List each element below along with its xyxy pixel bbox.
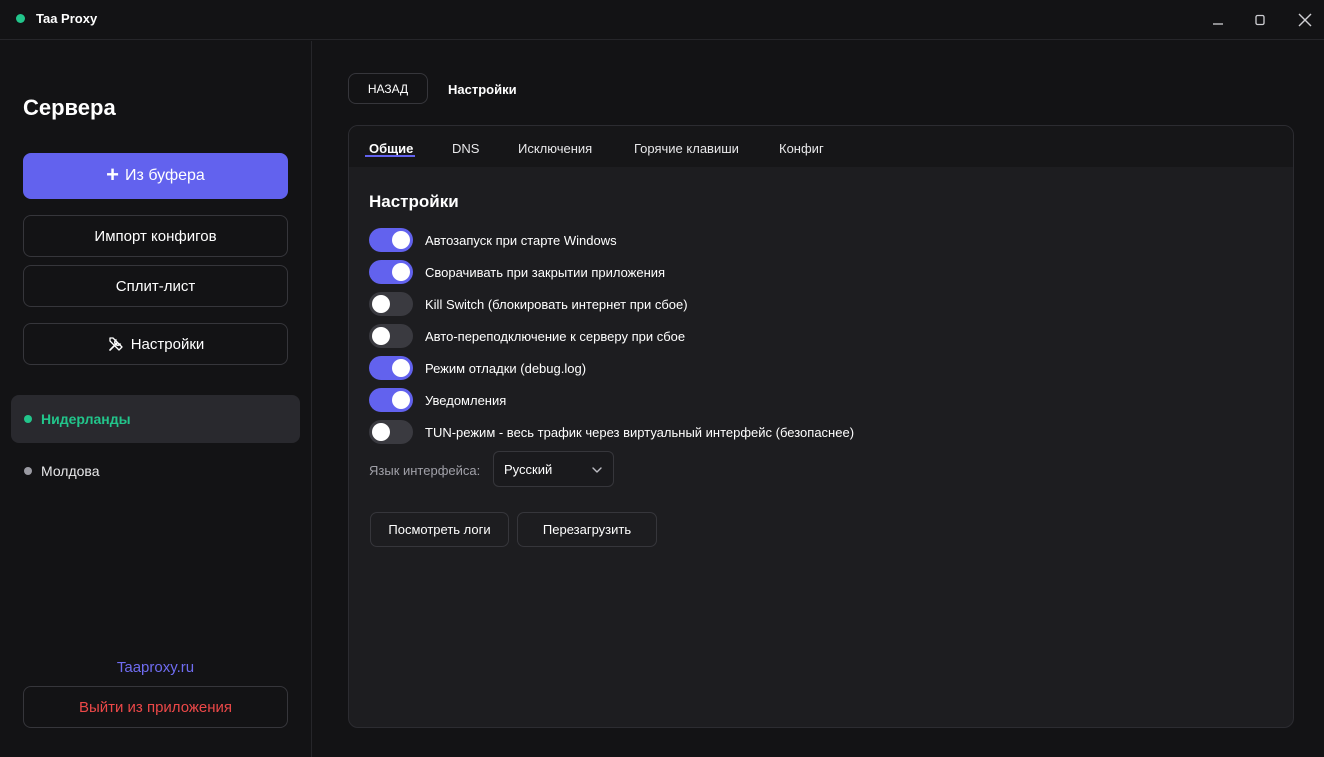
site-link[interactable]: Taaproxy.ru (23, 659, 288, 676)
from-clipboard-label: Из буфера (125, 167, 205, 184)
server-status-dot (24, 467, 32, 475)
chevron-down-icon (592, 467, 602, 473)
setting-label: Режим отладки (debug.log) (425, 360, 587, 376)
setting-auto-reconnect: Авто-переподключение к серверу при сбое (369, 324, 685, 348)
toggle-knob (392, 231, 410, 249)
exit-app-button[interactable]: Выйти из приложения (23, 686, 288, 728)
server-item-netherlands[interactable]: Нидерланды (11, 395, 300, 443)
setting-autostart: Автозапуск при старте Windows (369, 228, 617, 252)
toggle-knob (392, 359, 410, 377)
tab-config[interactable]: Конфиг (779, 141, 824, 156)
tab-hotkeys[interactable]: Горячие клавиши (634, 141, 739, 156)
setting-label: Авто-переподключение к серверу при сбое (425, 328, 686, 344)
kill-switch-toggle[interactable] (369, 292, 413, 316)
close-icon (1298, 13, 1312, 27)
setting-label: TUN-режим - весь трафик через виртуальны… (425, 424, 855, 440)
tab-dns[interactable]: DNS (452, 141, 479, 156)
setting-kill-switch: Kill Switch (блокировать интернет при сб… (369, 292, 688, 316)
toggle-knob (392, 263, 410, 281)
section-title: Настройки (369, 192, 459, 211)
split-list-label: Сплит-лист (115, 277, 196, 295)
active-tab-indicator (365, 155, 415, 157)
setting-minimize-on-close: Сворачивать при закрытии приложения (369, 260, 665, 284)
setting-label: Сворачивать при закрытии приложения (425, 264, 666, 280)
app-status-dot (16, 14, 25, 23)
toggle-knob (372, 423, 390, 441)
autostart-toggle[interactable] (369, 228, 413, 252)
toggle-knob (372, 327, 390, 345)
import-configs-label: Импорт конфигов (94, 227, 217, 245)
sidebar-title: Сервера (23, 95, 116, 120)
minimize-button[interactable] (1206, 8, 1230, 32)
toggle-knob (372, 295, 390, 313)
import-configs-button[interactable]: Импорт конфигов (23, 215, 288, 257)
toggle-knob (392, 391, 410, 409)
plus-icon: + (106, 162, 120, 187)
tab-bar: Общие DNS Исключения Горячие клавиши Кон… (349, 126, 1293, 167)
setting-label: Автозапуск при старте Windows (425, 232, 617, 248)
back-button[interactable]: НАЗАД (348, 73, 428, 104)
tab-general[interactable]: Общие (369, 141, 413, 156)
back-label: НАЗАД (367, 81, 409, 96)
maximize-icon (1255, 14, 1265, 26)
split-list-button[interactable]: Сплит-лист (23, 265, 288, 307)
settings-label: Настройки (130, 335, 205, 353)
tab-exclusions[interactable]: Исключения (518, 141, 592, 156)
server-name: Молдова (41, 463, 100, 479)
setting-debug-mode: Режим отладки (debug.log) (369, 356, 586, 380)
minimize-on-close-toggle[interactable] (369, 260, 413, 284)
debug-mode-toggle[interactable] (369, 356, 413, 380)
maximize-button[interactable] (1248, 8, 1272, 32)
auto-reconnect-toggle[interactable] (369, 324, 413, 348)
language-label: Язык интерфейса: (369, 463, 481, 478)
tun-mode-toggle[interactable] (369, 420, 413, 444)
settings-panel: Общие DNS Исключения Горячие клавиши Кон… (348, 125, 1294, 728)
language-value: Русский (504, 461, 553, 477)
notifications-toggle[interactable] (369, 388, 413, 412)
settings-button[interactable]: Настройки (23, 323, 288, 365)
server-name: Нидерланды (41, 411, 131, 427)
restart-label: Перезагрузить (542, 522, 632, 537)
minimize-icon (1213, 23, 1223, 25)
sidebar: Сервера + Из буфера Импорт конфигов Спли… (0, 41, 312, 757)
title-bar: Taa Proxy (0, 0, 1324, 40)
setting-notifications: Уведомления (369, 388, 506, 412)
setting-label: Kill Switch (блокировать интернет при сб… (425, 296, 688, 312)
view-logs-button[interactable]: Посмотреть логи (370, 512, 509, 547)
setting-tun-mode: TUN-режим - весь трафик через виртуальны… (369, 420, 854, 444)
tools-icon (108, 337, 123, 351)
close-button[interactable] (1293, 8, 1317, 32)
page-title: Настройки (448, 82, 517, 97)
view-logs-label: Посмотреть логи (388, 522, 491, 537)
restart-button[interactable]: Перезагрузить (517, 512, 657, 547)
exit-app-label: Выйти из приложения (78, 698, 233, 716)
server-item-moldova[interactable]: Молдова (11, 447, 300, 495)
setting-label: Уведомления (425, 392, 507, 408)
app-title: Taa Proxy (36, 11, 98, 26)
from-clipboard-button[interactable]: + Из буфера (23, 153, 288, 199)
language-select[interactable]: Русский (493, 451, 614, 487)
server-status-dot (24, 415, 32, 423)
